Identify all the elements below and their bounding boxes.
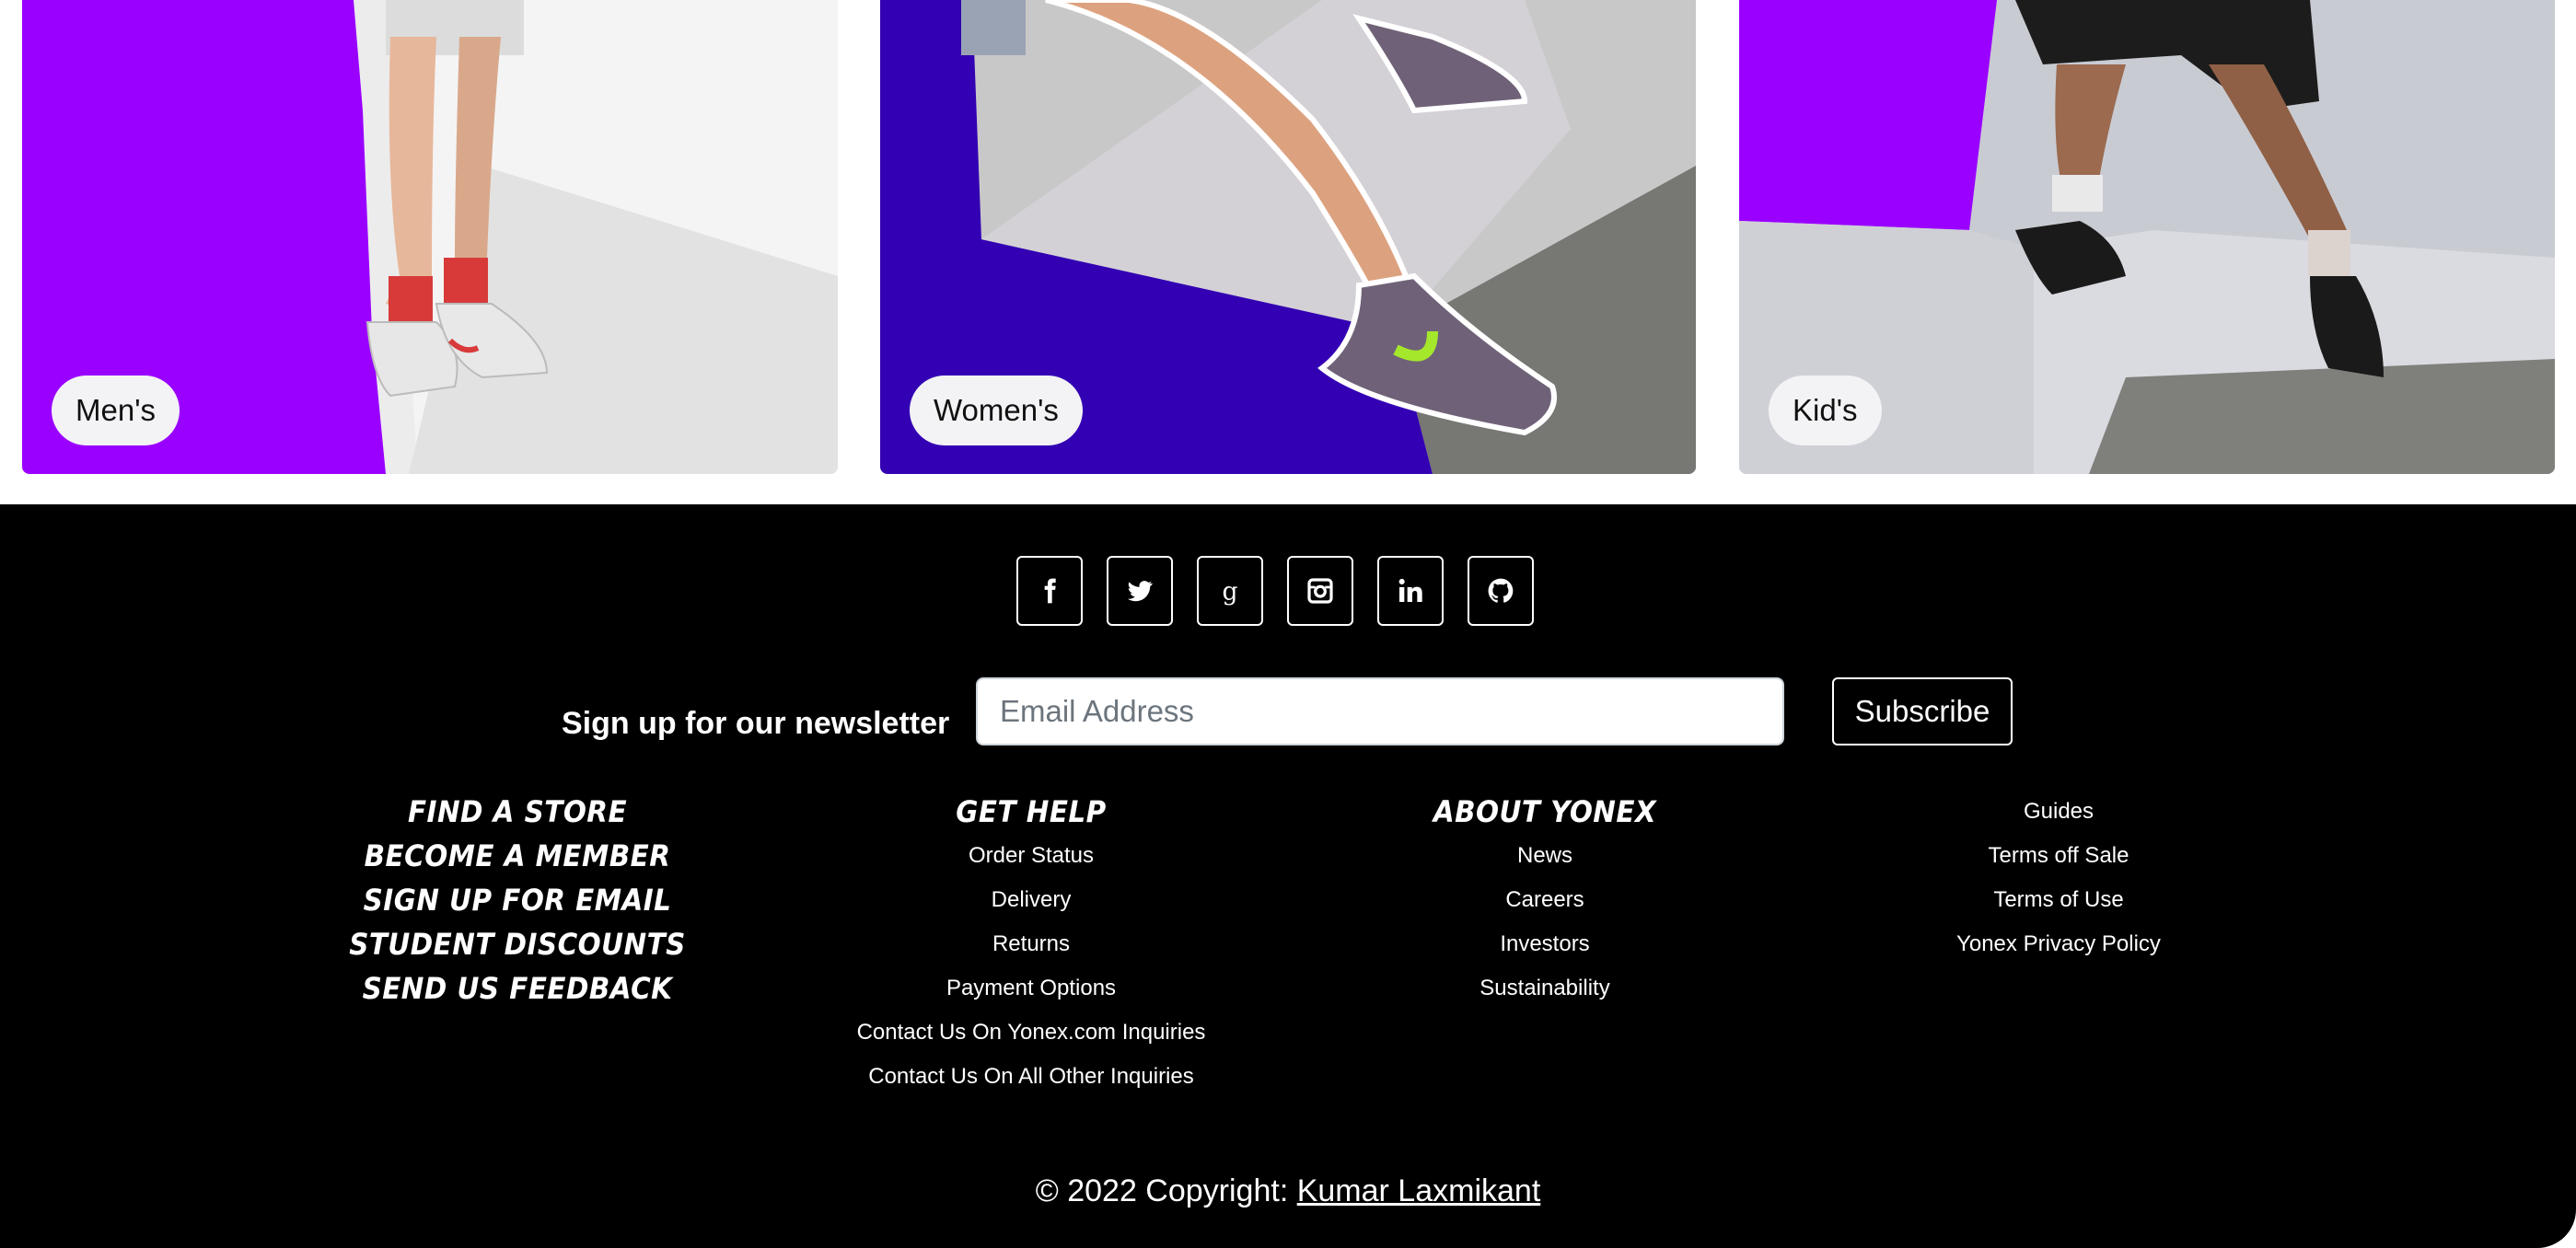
- become-a-member-link[interactable]: BECOME A MEMBER: [348, 834, 687, 878]
- find-a-store-link[interactable]: FIND A STORE: [348, 790, 687, 834]
- category-label-womens[interactable]: Women's: [910, 376, 1083, 445]
- guides-link[interactable]: Guides: [1874, 790, 2243, 834]
- category-card-womens[interactable]: Women's: [880, 0, 1696, 474]
- privacy-policy-link[interactable]: Yonex Privacy Policy: [1874, 922, 2243, 966]
- linkedin-icon: [1398, 578, 1422, 602]
- subscribe-button[interactable]: Subscribe: [1832, 677, 2013, 745]
- social-links: g: [1016, 556, 1534, 626]
- copyright: © 2022 Copyright: Kumar Laxmikant: [0, 1169, 2576, 1213]
- news-link[interactable]: News: [1361, 834, 1729, 878]
- newsletter-label: Sign up for our newsletter: [562, 706, 950, 741]
- category-cards: Men's Women's Kid's: [0, 0, 2576, 504]
- twitter-link[interactable]: [1107, 556, 1173, 626]
- footer-column-guides: Guides Terms off Sale Terms of Use Yonex…: [1874, 790, 2243, 966]
- copyright-text: © 2022 Copyright:: [1035, 1173, 1297, 1208]
- careers-link[interactable]: Careers: [1361, 878, 1729, 922]
- twitter-icon: [1127, 581, 1153, 602]
- contact-yonex-inquiries-link[interactable]: Contact Us On Yonex.com Inquiries: [810, 1011, 1252, 1055]
- terms-of-use-link[interactable]: Terms of Use: [1874, 878, 2243, 922]
- payment-options-link[interactable]: Payment Options: [810, 966, 1252, 1011]
- about-yonex-heading: ABOUT YONEX: [1433, 794, 1657, 829]
- footer: g Sign up for our newsletter Subscribe F…: [0, 504, 2576, 1248]
- category-label-mens[interactable]: Men's: [52, 376, 180, 445]
- category-card-mens[interactable]: Men's: [22, 0, 838, 474]
- returns-link[interactable]: Returns: [810, 922, 1252, 966]
- sustainability-link[interactable]: Sustainability: [1361, 966, 1729, 1011]
- category-card-kids[interactable]: Kid's: [1739, 0, 2555, 474]
- github-icon: [1488, 578, 1514, 603]
- student-discounts-link[interactable]: STUDENT DISCOUNTS: [348, 922, 687, 966]
- order-status-link[interactable]: Order Status: [810, 834, 1252, 878]
- author-link[interactable]: Kumar Laxmikant: [1297, 1173, 1541, 1208]
- send-us-feedback-link[interactable]: SEND US FEEDBACK: [348, 966, 687, 1011]
- terms-of-sale-link[interactable]: Terms off Sale: [1874, 834, 2243, 878]
- footer-column-find: FIND A STORE BECOME A MEMBER SIGN UP FOR…: [333, 790, 702, 1011]
- sign-up-for-email-link[interactable]: SIGN UP FOR EMAIL: [348, 878, 687, 922]
- instagram-icon: [1307, 578, 1333, 604]
- linkedin-link[interactable]: [1377, 556, 1444, 626]
- category-label-kids[interactable]: Kid's: [1769, 376, 1882, 445]
- github-link[interactable]: [1468, 556, 1534, 626]
- google-link[interactable]: g: [1197, 556, 1263, 626]
- get-help-heading: GET HELP: [956, 794, 1107, 829]
- delivery-link[interactable]: Delivery: [810, 878, 1252, 922]
- contact-other-inquiries-link[interactable]: Contact Us On All Other Inquiries: [810, 1055, 1252, 1099]
- footer-column-about: ABOUT YONEX News Careers Investors Susta…: [1361, 790, 1729, 1011]
- email-input[interactable]: [976, 677, 1784, 745]
- instagram-link[interactable]: [1287, 556, 1353, 626]
- facebook-link[interactable]: [1016, 556, 1083, 626]
- footer-column-help: GET HELP Order Status Delivery Returns P…: [810, 790, 1252, 1099]
- facebook-icon: [1044, 578, 1056, 604]
- svg-text:g: g: [1222, 577, 1237, 606]
- investors-link[interactable]: Investors: [1361, 922, 1729, 966]
- google-icon: g: [1222, 577, 1237, 606]
